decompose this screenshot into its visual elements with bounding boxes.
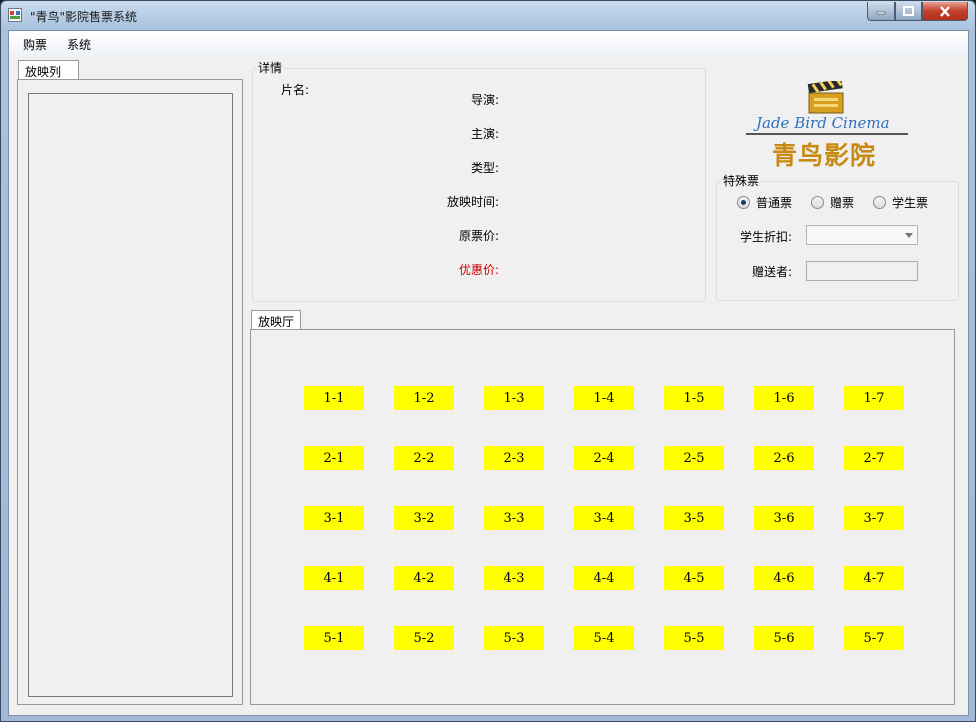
title-bar[interactable]: "青鸟"影院售票系统 <box>1 1 975 30</box>
menu-bar: 购票 系统 <box>9 31 968 56</box>
seat-button[interactable]: 4-6 <box>754 566 814 590</box>
seat-button[interactable]: 5-5 <box>664 626 724 650</box>
giver-input[interactable] <box>806 261 918 281</box>
seat-button[interactable]: 5-4 <box>574 626 634 650</box>
seat-button[interactable]: 4-1 <box>304 566 364 590</box>
close-button[interactable] <box>922 2 968 21</box>
tab-screening-list[interactable]: 放映列表 <box>18 60 79 96</box>
seat-button[interactable]: 2-7 <box>844 446 904 470</box>
client-area: 购票 系统 放映列表 详情 片名: 导演: 主演: 类型: 放映时间: 原票价:… <box>8 30 969 716</box>
seat-button[interactable]: 4-5 <box>664 566 724 590</box>
logo-english: Jade Bird Cinema <box>756 114 890 132</box>
minimize-icon <box>876 11 886 15</box>
logo-chinese: 青鸟影院 <box>772 141 877 170</box>
maximize-icon <box>903 6 914 16</box>
giver-label: 赠送者: <box>751 265 792 279</box>
seat-button[interactable]: 4-2 <box>394 566 454 590</box>
seat-button[interactable]: 1-7 <box>844 386 904 410</box>
special-ticket-group-title: 特殊票 <box>721 172 762 189</box>
seat-button[interactable]: 1-5 <box>664 386 724 410</box>
minimize-button[interactable] <box>867 2 895 21</box>
seat-button[interactable]: 1-1 <box>304 386 364 410</box>
maximize-button[interactable] <box>895 2 922 21</box>
seat-button[interactable]: 3-2 <box>394 506 454 530</box>
radio-gift-label: 赠票 <box>830 196 855 210</box>
screening-list-panel <box>17 79 243 705</box>
seat-button[interactable]: 5-6 <box>754 626 814 650</box>
seat-button[interactable]: 3-6 <box>754 506 814 530</box>
radio-student-label: 学生票 <box>892 196 929 210</box>
seat-button[interactable]: 1-4 <box>574 386 634 410</box>
details-group-title: 详情 <box>256 59 285 76</box>
seat-button[interactable]: 1-2 <box>394 386 454 410</box>
seat-button[interactable]: 5-3 <box>484 626 544 650</box>
radio-unchecked-icon <box>811 196 824 209</box>
screening-hall-panel: 1-1 1-2 1-3 1-4 1-5 1-6 1-7 2-1 2-2 2-3 2-4 2-5 2-6 2… <box>250 329 955 705</box>
student-discount-label: 学生折扣: <box>739 230 792 244</box>
showtime-label: 放映时间: <box>446 195 499 209</box>
tab-screening-hall[interactable]: 放映厅 <box>251 310 301 330</box>
seat-button[interactable]: 1-3 <box>484 386 544 410</box>
menu-item-system[interactable]: 系统 <box>67 36 91 53</box>
discount-price-label: 优惠价: <box>458 263 499 277</box>
logo-underline <box>746 133 908 135</box>
type-label: 类型: <box>470 161 499 175</box>
movie-name-label: 片名: <box>281 83 310 97</box>
seat-button[interactable]: 2-4 <box>574 446 634 470</box>
radio-checked-icon <box>737 196 750 209</box>
seat-button[interactable]: 3-7 <box>844 506 904 530</box>
close-icon <box>940 5 950 17</box>
menu-item-purchase[interactable]: 购票 <box>23 36 47 53</box>
app-window: "青鸟"影院售票系统 购票 系统 放映列表 详情 片名: 导演: 主演: 类型:… <box>0 0 976 722</box>
actor-label: 主演: <box>470 127 499 141</box>
seat-button[interactable]: 5-7 <box>844 626 904 650</box>
seat-button[interactable]: 2-1 <box>304 446 364 470</box>
seat-button[interactable]: 4-4 <box>574 566 634 590</box>
director-label: 导演: <box>470 93 499 107</box>
chevron-down-icon <box>905 233 913 238</box>
radio-student-ticket[interactable]: 学生票 <box>873 194 928 211</box>
radio-normal-ticket[interactable]: 普通票 <box>737 194 792 211</box>
seat-button[interactable]: 5-2 <box>394 626 454 650</box>
seat-button[interactable]: 3-1 <box>304 506 364 530</box>
radio-gift-ticket[interactable]: 赠票 <box>811 194 854 211</box>
app-icon <box>8 8 22 22</box>
clapperboard-icon <box>807 81 844 114</box>
original-price-label: 原票价: <box>458 229 499 243</box>
seat-button[interactable]: 2-3 <box>484 446 544 470</box>
screening-list-tree[interactable] <box>28 93 233 697</box>
cinema-logo: Jade Bird Cinema 青鸟影院 <box>736 79 916 175</box>
seat-button[interactable]: 4-3 <box>484 566 544 590</box>
radio-unchecked-icon <box>873 196 886 209</box>
radio-normal-label: 普通票 <box>756 196 793 210</box>
seat-button[interactable]: 2-5 <box>664 446 724 470</box>
seat-button[interactable]: 4-7 <box>844 566 904 590</box>
seat-button[interactable]: 3-4 <box>574 506 634 530</box>
seat-button[interactable]: 1-6 <box>754 386 814 410</box>
student-discount-select[interactable] <box>806 225 918 245</box>
seat-button[interactable]: 2-2 <box>394 446 454 470</box>
seat-button[interactable]: 3-3 <box>484 506 544 530</box>
seat-button[interactable]: 2-6 <box>754 446 814 470</box>
seat-button[interactable]: 3-5 <box>664 506 724 530</box>
seat-button[interactable]: 5-1 <box>304 626 364 650</box>
window-title: "青鸟"影院售票系统 <box>30 10 138 24</box>
